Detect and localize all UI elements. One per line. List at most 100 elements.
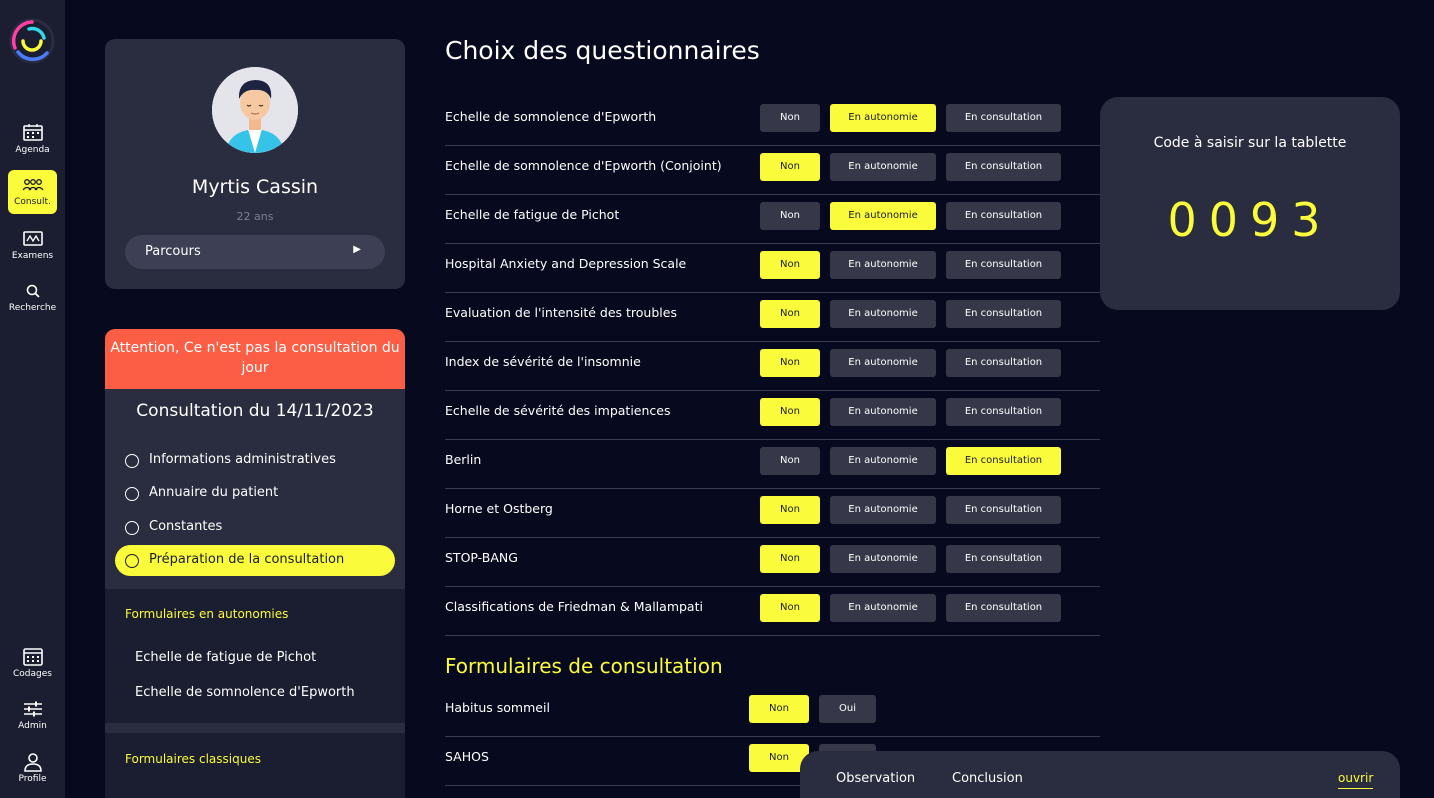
questionnaire-label: Horne et Ostberg — [445, 501, 553, 516]
nav-item-examens[interactable]: Examens — [8, 224, 57, 268]
classic-forms-heading: Formulaires classiques — [125, 752, 261, 766]
autonomy-button[interactable]: En autonomie — [830, 545, 936, 573]
questionnaire-row: Evaluation de l'intensité des troubles No… — [445, 293, 1100, 342]
non-button[interactable]: Non — [760, 545, 820, 573]
codages-icon — [22, 648, 43, 666]
sliders-icon — [23, 701, 42, 717]
questionnaire-row: Echelle de fatigue de Pichot Non En autono… — [445, 195, 1100, 244]
patient-card: Myrtis Cassin 22 ans Parcours ▶ — [105, 39, 405, 289]
chart-icon — [22, 231, 43, 246]
tab-observation[interactable]: Observation — [836, 771, 915, 786]
nav-rail: Agenda Consult. Examens Recherche Codage… — [0, 0, 65, 798]
parcours-button[interactable]: Parcours ▶ — [125, 235, 385, 269]
questionnaire-row: Echelle de somnolence d'Epworth (Conjoin… — [445, 146, 1100, 195]
nav-item-profile[interactable]: Profile — [8, 747, 57, 791]
people-icon — [21, 179, 44, 191]
autonomy-form-item[interactable]: Echelle de fatigue de Pichot — [135, 650, 316, 665]
nav-item-admin[interactable]: Admin — [8, 694, 57, 738]
step-constantes[interactable]: Constantes — [115, 512, 395, 543]
nav-label: Consult. — [14, 197, 51, 207]
parcours-label: Parcours — [145, 244, 201, 259]
non-button[interactable]: Non — [760, 153, 820, 181]
radio-icon — [125, 521, 139, 535]
autonomy-button[interactable]: En autonomie — [830, 202, 936, 230]
consultation-button[interactable]: En consultation — [946, 496, 1061, 524]
radio-icon — [125, 554, 139, 568]
non-button[interactable]: Non — [760, 349, 820, 377]
questionnaire-label: Echelle de somnolence d'Epworth — [445, 109, 657, 124]
questionnaire-row: Echelle de somnolence d'Epworth Non En aut… — [445, 97, 1100, 146]
consultation-form-row: Habitus sommeil Non Oui — [445, 688, 1100, 737]
consultation-forms-title: Formulaires de consultation — [445, 654, 723, 678]
consultation-form-label: Habitus sommeil — [445, 700, 550, 715]
open-panel-link[interactable]: ouvrir — [1338, 771, 1374, 789]
questionnaire-label: Evaluation de l'intensité des troubles — [445, 305, 677, 320]
tab-conclusion[interactable]: Conclusion — [952, 771, 1023, 786]
autonomy-button[interactable]: En autonomie — [830, 104, 936, 132]
non-button[interactable]: Non — [760, 398, 820, 426]
questionnaire-label: Berlin — [445, 452, 482, 467]
nav-item-consult[interactable]: Consult. — [8, 170, 57, 214]
consultation-button[interactable]: En consultation — [946, 202, 1061, 230]
oui-button[interactable]: Oui — [819, 695, 876, 723]
nav-label: Agenda — [15, 145, 50, 155]
non-button[interactable]: Non — [760, 300, 820, 328]
non-button[interactable]: Non — [749, 695, 809, 723]
step-annuaire-patient[interactable]: Annuaire du patient — [115, 478, 395, 509]
nav-label: Codages — [13, 669, 52, 679]
tablet-code-value: 0093 — [1167, 193, 1333, 247]
non-button[interactable]: Non — [760, 594, 820, 622]
questionnaire-row: Horne et Ostberg Non En autonomie En consul… — [445, 489, 1100, 538]
autonomy-button[interactable]: En autonomie — [830, 349, 936, 377]
consultation-button[interactable]: En consultation — [946, 300, 1061, 328]
questionnaire-row: Classifications de Friedman & Mallampati… — [445, 587, 1100, 636]
autonomy-button[interactable]: En autonomie — [830, 398, 936, 426]
patient-name: Myrtis Cassin — [191, 176, 319, 198]
consultation-button[interactable]: En consultation — [946, 398, 1061, 426]
questionnaire-row: Echelle de sévérité des impatiences Non En… — [445, 391, 1100, 440]
consultation-button[interactable]: En consultation — [946, 153, 1061, 181]
consultation-button[interactable]: En consultation — [946, 104, 1061, 132]
nav-label: Profile — [18, 774, 47, 784]
non-button[interactable]: Non — [760, 104, 820, 132]
consultation-button[interactable]: En consultation — [946, 251, 1061, 279]
autonomy-button[interactable]: En autonomie — [830, 447, 936, 475]
consultation-button[interactable]: En consultation — [946, 594, 1061, 622]
step-label: Informations administratives — [149, 452, 336, 467]
app-logo[interactable] — [9, 18, 55, 64]
forms-panel: Formulaires en autonomies Echelle de fat… — [105, 589, 405, 798]
step-label: Constantes — [149, 519, 223, 534]
autonomy-button[interactable]: En autonomie — [830, 153, 936, 181]
non-button[interactable]: Non — [760, 251, 820, 279]
step-preparation-consultation[interactable]: Préparation de la consultation — [115, 545, 395, 576]
non-button[interactable]: Non — [760, 202, 820, 230]
autonomy-button[interactable]: En autonomie — [830, 594, 936, 622]
consultation-button[interactable]: En consultation — [946, 349, 1061, 377]
tablet-code-label: Code à saisir sur la tablette — [1153, 135, 1347, 151]
nav-label: Recherche — [8, 303, 57, 313]
step-informations-administratives[interactable]: Informations administratives — [115, 445, 395, 476]
questionnaire-label: Index de sévérité de l'insomnie — [445, 354, 641, 369]
nav-item-recherche[interactable]: Recherche — [8, 276, 57, 320]
consultation-button[interactable]: En consultation — [946, 545, 1061, 573]
autonomy-button[interactable]: En autonomie — [830, 251, 936, 279]
nav-item-agenda[interactable]: Agenda — [8, 118, 57, 162]
autonomy-button[interactable]: En autonomie — [830, 496, 936, 524]
page-title: Choix des questionnaires — [445, 36, 760, 65]
autonomy-form-item[interactable]: Echelle de somnolence d'Epworth — [135, 685, 355, 700]
calendar-icon — [22, 124, 43, 141]
questionnaire-label: Echelle de somnolence d'Epworth (Conjoin… — [445, 158, 722, 173]
non-button[interactable]: Non — [760, 447, 820, 475]
observation-panel: Observation Conclusion ouvrir — [800, 751, 1400, 798]
play-icon: ▶ — [353, 244, 361, 255]
nav-item-codages[interactable]: Codages — [8, 642, 57, 686]
consultation-button[interactable]: En consultation — [946, 447, 1061, 475]
warning-banner: Attention, Ce n'est pas la consultation … — [105, 329, 405, 389]
search-icon — [26, 284, 40, 298]
autonomy-button[interactable]: En autonomie — [830, 300, 936, 328]
consultation-panel: Consultation du 14/11/2023 Informations … — [105, 389, 405, 589]
step-label: Préparation de la consultation — [149, 552, 345, 567]
non-button[interactable]: Non — [760, 496, 820, 524]
questionnaire-label: STOP-BANG — [445, 550, 518, 565]
questionnaire-row: Berlin Non En autonomie En consultation — [445, 440, 1100, 489]
